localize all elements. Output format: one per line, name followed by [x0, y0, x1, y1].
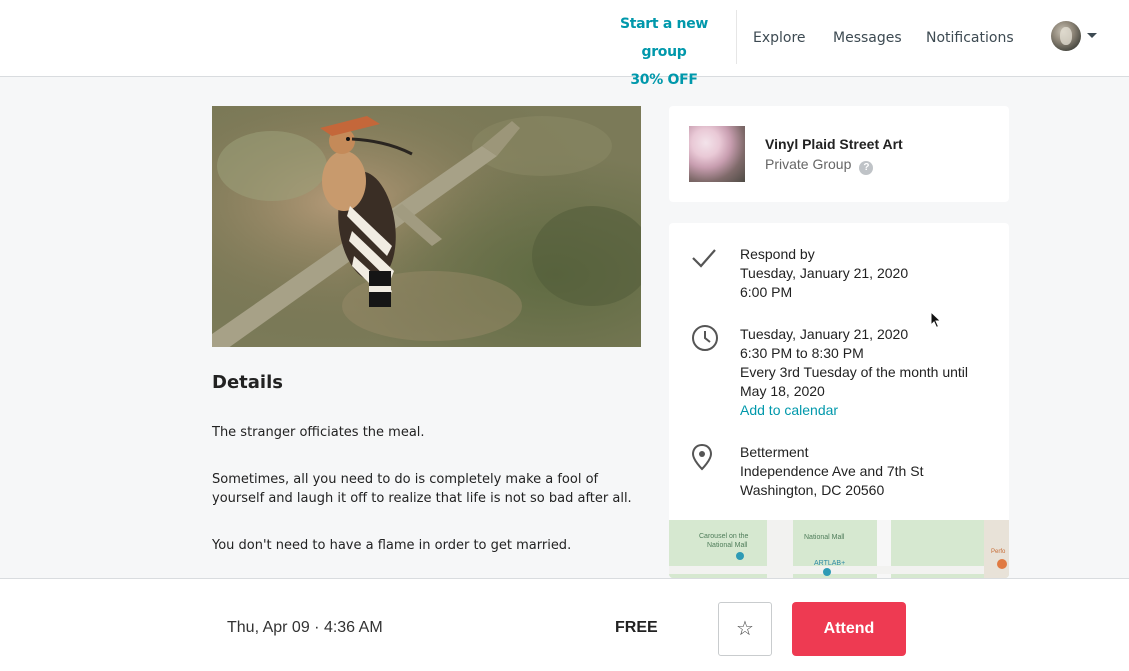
respond-by-time: 6:00 PM	[740, 284, 793, 300]
details-paragraph: Sometimes, all you need to do is complet…	[212, 472, 632, 506]
map-label-edge: Perfo	[991, 549, 1006, 555]
respond-by-label: Respond by	[740, 246, 815, 262]
attend-button[interactable]: Attend	[792, 602, 906, 656]
mouse-cursor-icon	[930, 311, 942, 329]
event-info-card: Respond by Tuesday, January 21, 2020 6:0…	[669, 223, 1009, 578]
map-label-carousel: Carousel on the	[699, 533, 749, 540]
event-recurrence-end: May 18, 2020	[740, 383, 825, 399]
promo-title[interactable]: Start a new group	[600, 10, 728, 66]
start-group-promo[interactable]: Start a new group 30% OFF	[600, 10, 728, 94]
help-icon[interactable]: ?	[859, 161, 874, 175]
chevron-down-icon[interactable]	[1087, 33, 1097, 38]
top-navigation: Start a new group 30% OFF Explore Messag…	[0, 0, 1129, 88]
details-paragraph: You don't need to have a flame in order …	[212, 538, 572, 553]
event-photo	[212, 106, 641, 347]
user-avatar[interactable]	[1051, 21, 1081, 51]
clock-icon	[692, 325, 718, 351]
bottom-action-bar: Thu, Apr 09 · 4:36 AM FREE ☆ Attend	[0, 578, 1129, 671]
nav-messages[interactable]: Messages	[833, 30, 902, 46]
map-label-national-mall: National Mall	[804, 534, 845, 541]
nav-explore[interactable]: Explore	[753, 30, 806, 46]
promo-discount[interactable]: 30% OFF	[600, 66, 728, 94]
hoopoe-bird-image	[212, 106, 641, 347]
group-type-label: Private Group	[765, 156, 852, 172]
location-block: Betterment Independence Ave and 7th St W…	[740, 443, 923, 500]
respond-by-block: Respond by Tuesday, January 21, 2020 6:0…	[740, 245, 908, 302]
event-recurrence: Every 3rd Tuesday of the month until	[740, 364, 969, 380]
map-label-artlab: ARTLAB+	[814, 560, 845, 567]
checkmark-icon	[692, 249, 716, 268]
location-map[interactable]: Carousel on the National Mall National M…	[669, 520, 1009, 578]
group-name[interactable]: Vinyl Plaid Street Art	[765, 136, 903, 152]
map-label-carousel-2: National Mall	[707, 542, 748, 549]
event-time-range: 6:30 PM to 8:30 PM	[740, 345, 864, 361]
nav-divider	[736, 10, 737, 64]
address-line: Independence Ave and 7th St	[740, 463, 924, 479]
event-price: FREE	[615, 619, 658, 636]
details-heading: Details	[212, 372, 283, 393]
add-to-calendar-link[interactable]: Add to calendar	[740, 401, 968, 420]
details-paragraph: The stranger officiates the meal.	[212, 425, 425, 440]
date-time-block: Tuesday, January 21, 2020 6:30 PM to 8:3…	[740, 325, 968, 420]
nav-notifications[interactable]: Notifications	[926, 30, 1014, 46]
group-type: Private Group?	[765, 156, 874, 175]
map-graphic: Carousel on the National Mall National M…	[669, 520, 1009, 578]
group-card[interactable]: Vinyl Plaid Street Art Private Group?	[669, 106, 1009, 202]
respond-by-date: Tuesday, January 21, 2020	[740, 265, 909, 281]
address-city: Washington, DC 20560	[740, 482, 885, 498]
location-pin-icon	[691, 443, 713, 471]
venue-name: Betterment	[740, 444, 809, 460]
star-icon[interactable]: ☆	[718, 602, 772, 656]
event-datetime: Thu, Apr 09 · 4:36 AM	[227, 619, 383, 636]
group-thumbnail[interactable]	[689, 126, 745, 182]
